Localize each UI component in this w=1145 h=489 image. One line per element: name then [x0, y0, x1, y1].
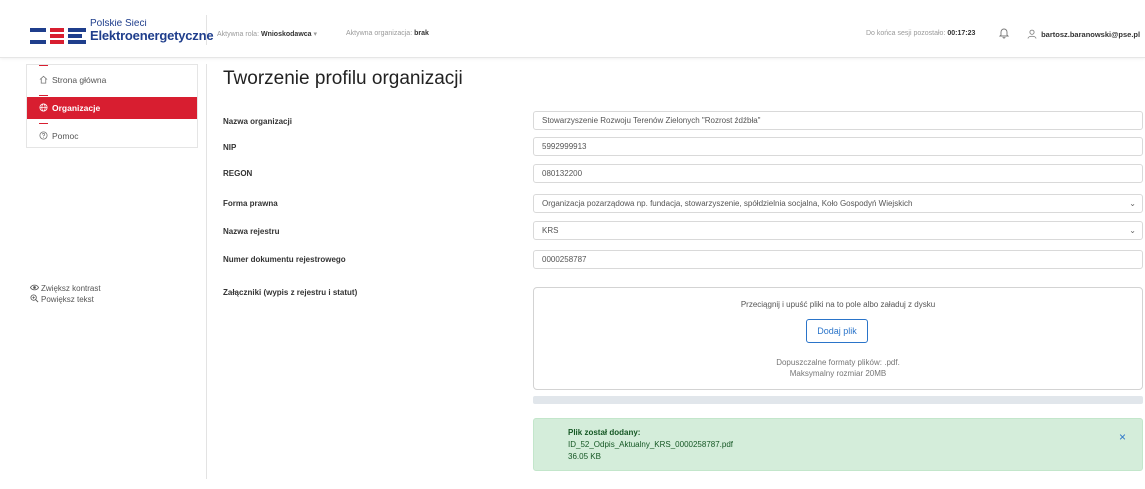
increase-contrast-link[interactable]: Zwiększ kontrast	[30, 283, 101, 293]
enlarge-text-label: Powiększ tekst	[41, 295, 94, 304]
logo-text-top: Polskie Sieci	[90, 19, 147, 27]
bell-icon[interactable]	[998, 27, 1010, 39]
sidebar-nav: Strona główna Organizacje Pomoc	[26, 64, 198, 148]
sidebar-item-label: Organizacje	[52, 103, 101, 113]
user-menu[interactable]: bartosz.baranowski@pse.pl	[1027, 29, 1140, 39]
label-attachments: Załączniki (wypis z rejestru i statut)	[223, 288, 358, 297]
label-register-number: Numer dokumentu rejestrowego	[223, 255, 346, 264]
file-dropzone[interactable]: Przeciągnij i upuść pliki na to pole alb…	[533, 287, 1143, 390]
add-file-button[interactable]: Dodaj plik	[806, 319, 868, 343]
session-timer: Do końca sesji pozostało: 00:17:23	[866, 30, 975, 37]
label-organization-name: Nazwa organizacji	[223, 117, 292, 126]
register-name-value: KRS	[542, 226, 559, 235]
nav-accent	[39, 65, 48, 66]
register-number-field[interactable]: 0000258787	[533, 250, 1143, 269]
enlarge-text-link[interactable]: Powiększ tekst	[30, 294, 94, 304]
file-added-alert: Plik został dodany: ID_52_Odpis_Aktualny…	[533, 418, 1143, 471]
sidebar-item-label: Strona główna	[52, 75, 107, 85]
upload-progress-bar	[533, 396, 1143, 404]
chevron-down-icon: ⌄	[1129, 199, 1136, 208]
legal-form-select[interactable]: Organizacja pozarządowa np. fundacja, st…	[533, 194, 1143, 213]
active-role-value: Wnioskodawca	[260, 31, 312, 38]
user-email: bartosz.baranowski@pse.pl	[1041, 30, 1141, 39]
chevron-down-icon: ▾	[313, 31, 318, 38]
sidebar-item-organizations[interactable]: Organizacje	[27, 97, 197, 119]
header-divider	[206, 15, 207, 45]
uploaded-file-name: ID_52_Odpis_Aktualny_KRS_0000258787.pdf	[568, 440, 734, 449]
nav-accent	[39, 123, 48, 124]
globe-icon	[39, 103, 48, 112]
active-org-value: brak	[414, 30, 429, 37]
home-icon	[39, 75, 48, 84]
regon-field[interactable]: 080132200	[533, 164, 1143, 183]
organization-name-field[interactable]: Stowarzyszenie Rozwoju Terenów Zielonych…	[533, 111, 1143, 130]
top-header: Polskie Sieci Elektroenergetyczne Aktywn…	[0, 0, 1145, 58]
sidebar-item-label: Pomoc	[52, 131, 79, 141]
eye-icon	[30, 284, 39, 291]
active-role-label: Aktywna rola:	[217, 31, 260, 38]
active-role-selector[interactable]: Aktywna rola: Wnioskodawca ▾	[217, 30, 317, 38]
pse-logo[interactable]: Polskie Sieci Elektroenergetyczne	[30, 17, 214, 53]
zoom-in-icon	[30, 294, 39, 303]
sidebar-divider	[206, 64, 207, 479]
nav-accent	[39, 95, 48, 96]
nip-field[interactable]: 5992999913	[533, 137, 1143, 156]
chevron-down-icon: ⌄	[1129, 226, 1136, 235]
increase-contrast-label: Zwiększ kontrast	[41, 284, 101, 293]
dropzone-instructions: Przeciągnij i upuść pliki na to pole alb…	[740, 300, 936, 309]
page-title: Tworzenie profilu organizacji	[223, 68, 463, 89]
session-label: Do końca sesji pozostało:	[866, 30, 946, 37]
active-org-label: Aktywna organizacja:	[346, 30, 413, 37]
label-regon: REGON	[223, 169, 253, 178]
uploaded-file-size: 36.05 KB	[568, 452, 601, 461]
legal-form-value: Organizacja pozarządowa np. fundacja, st…	[542, 199, 913, 208]
logo-text-main: Elektroenergetyczne	[90, 28, 214, 43]
label-register-name: Nazwa rejestru	[223, 227, 280, 236]
user-icon	[1027, 29, 1037, 39]
label-legal-form: Forma prawna	[223, 199, 278, 208]
register-name-select[interactable]: KRS ⌄	[533, 221, 1143, 240]
active-organization: Aktywna organizacja: brak	[346, 30, 429, 37]
label-nip: NIP	[223, 143, 237, 152]
sidebar-item-help[interactable]: Pomoc	[27, 125, 197, 147]
max-size-text: Maksymalny rozmiar 20MB	[789, 369, 887, 378]
session-value: 00:17:23	[947, 30, 976, 37]
alert-title: Plik został dodany:	[568, 428, 641, 437]
help-icon	[39, 131, 48, 140]
close-icon[interactable]: ×	[1119, 431, 1126, 443]
allowed-formats-text: Dopuszczalne formaty plików: .pdf.	[776, 358, 900, 367]
sidebar-item-home[interactable]: Strona główna	[27, 69, 197, 91]
pse-logo-mark	[30, 28, 86, 44]
